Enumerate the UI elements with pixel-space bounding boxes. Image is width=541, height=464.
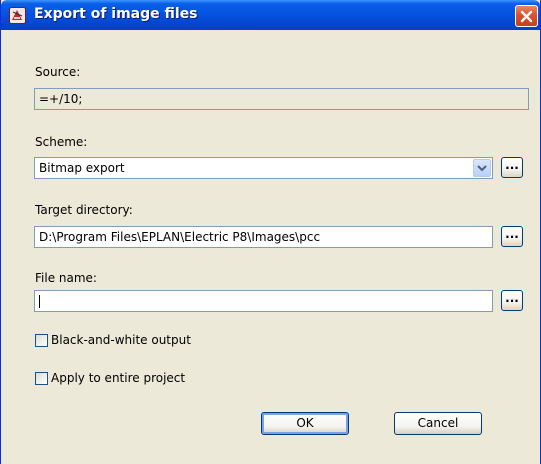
scheme-browse-button[interactable]: ... (501, 157, 523, 178)
export-dialog: Export of image files Source: =+/10; Sch… (0, 0, 541, 464)
entire-project-checkbox[interactable] (35, 372, 48, 385)
window-title: Export of image files (34, 6, 198, 22)
chevron-down-icon (477, 165, 487, 172)
scheme-dropdown-button[interactable] (473, 159, 491, 177)
source-label: Source: (35, 65, 81, 79)
scheme-label: Scheme: (35, 135, 88, 149)
text-caret (39, 295, 40, 308)
file-name-browse-button[interactable]: ... (501, 290, 523, 311)
black-and-white-label[interactable]: Black-and-white output (51, 333, 191, 347)
scheme-select[interactable]: Bitmap export (34, 157, 493, 179)
eplan-app-icon (9, 7, 26, 24)
target-directory-label: Target directory: (35, 203, 133, 217)
target-directory-input[interactable]: D:\Program Files\EPLAN\Electric P8\Image… (34, 226, 493, 248)
source-field: =+/10; (34, 88, 529, 110)
entire-project-label[interactable]: Apply to entire project (51, 371, 185, 385)
file-name-input[interactable] (34, 290, 493, 312)
close-button[interactable] (515, 5, 538, 27)
title-bar[interactable]: Export of image files (1, 0, 540, 30)
black-and-white-checkbox[interactable] (35, 334, 48, 347)
target-directory-browse-button[interactable]: ... (501, 226, 523, 247)
scheme-selected-value: Bitmap export (39, 161, 125, 175)
cancel-button[interactable]: Cancel (394, 412, 482, 435)
close-icon (520, 10, 533, 23)
ok-button[interactable]: OK (261, 412, 349, 435)
file-name-label: File name: (35, 271, 97, 285)
